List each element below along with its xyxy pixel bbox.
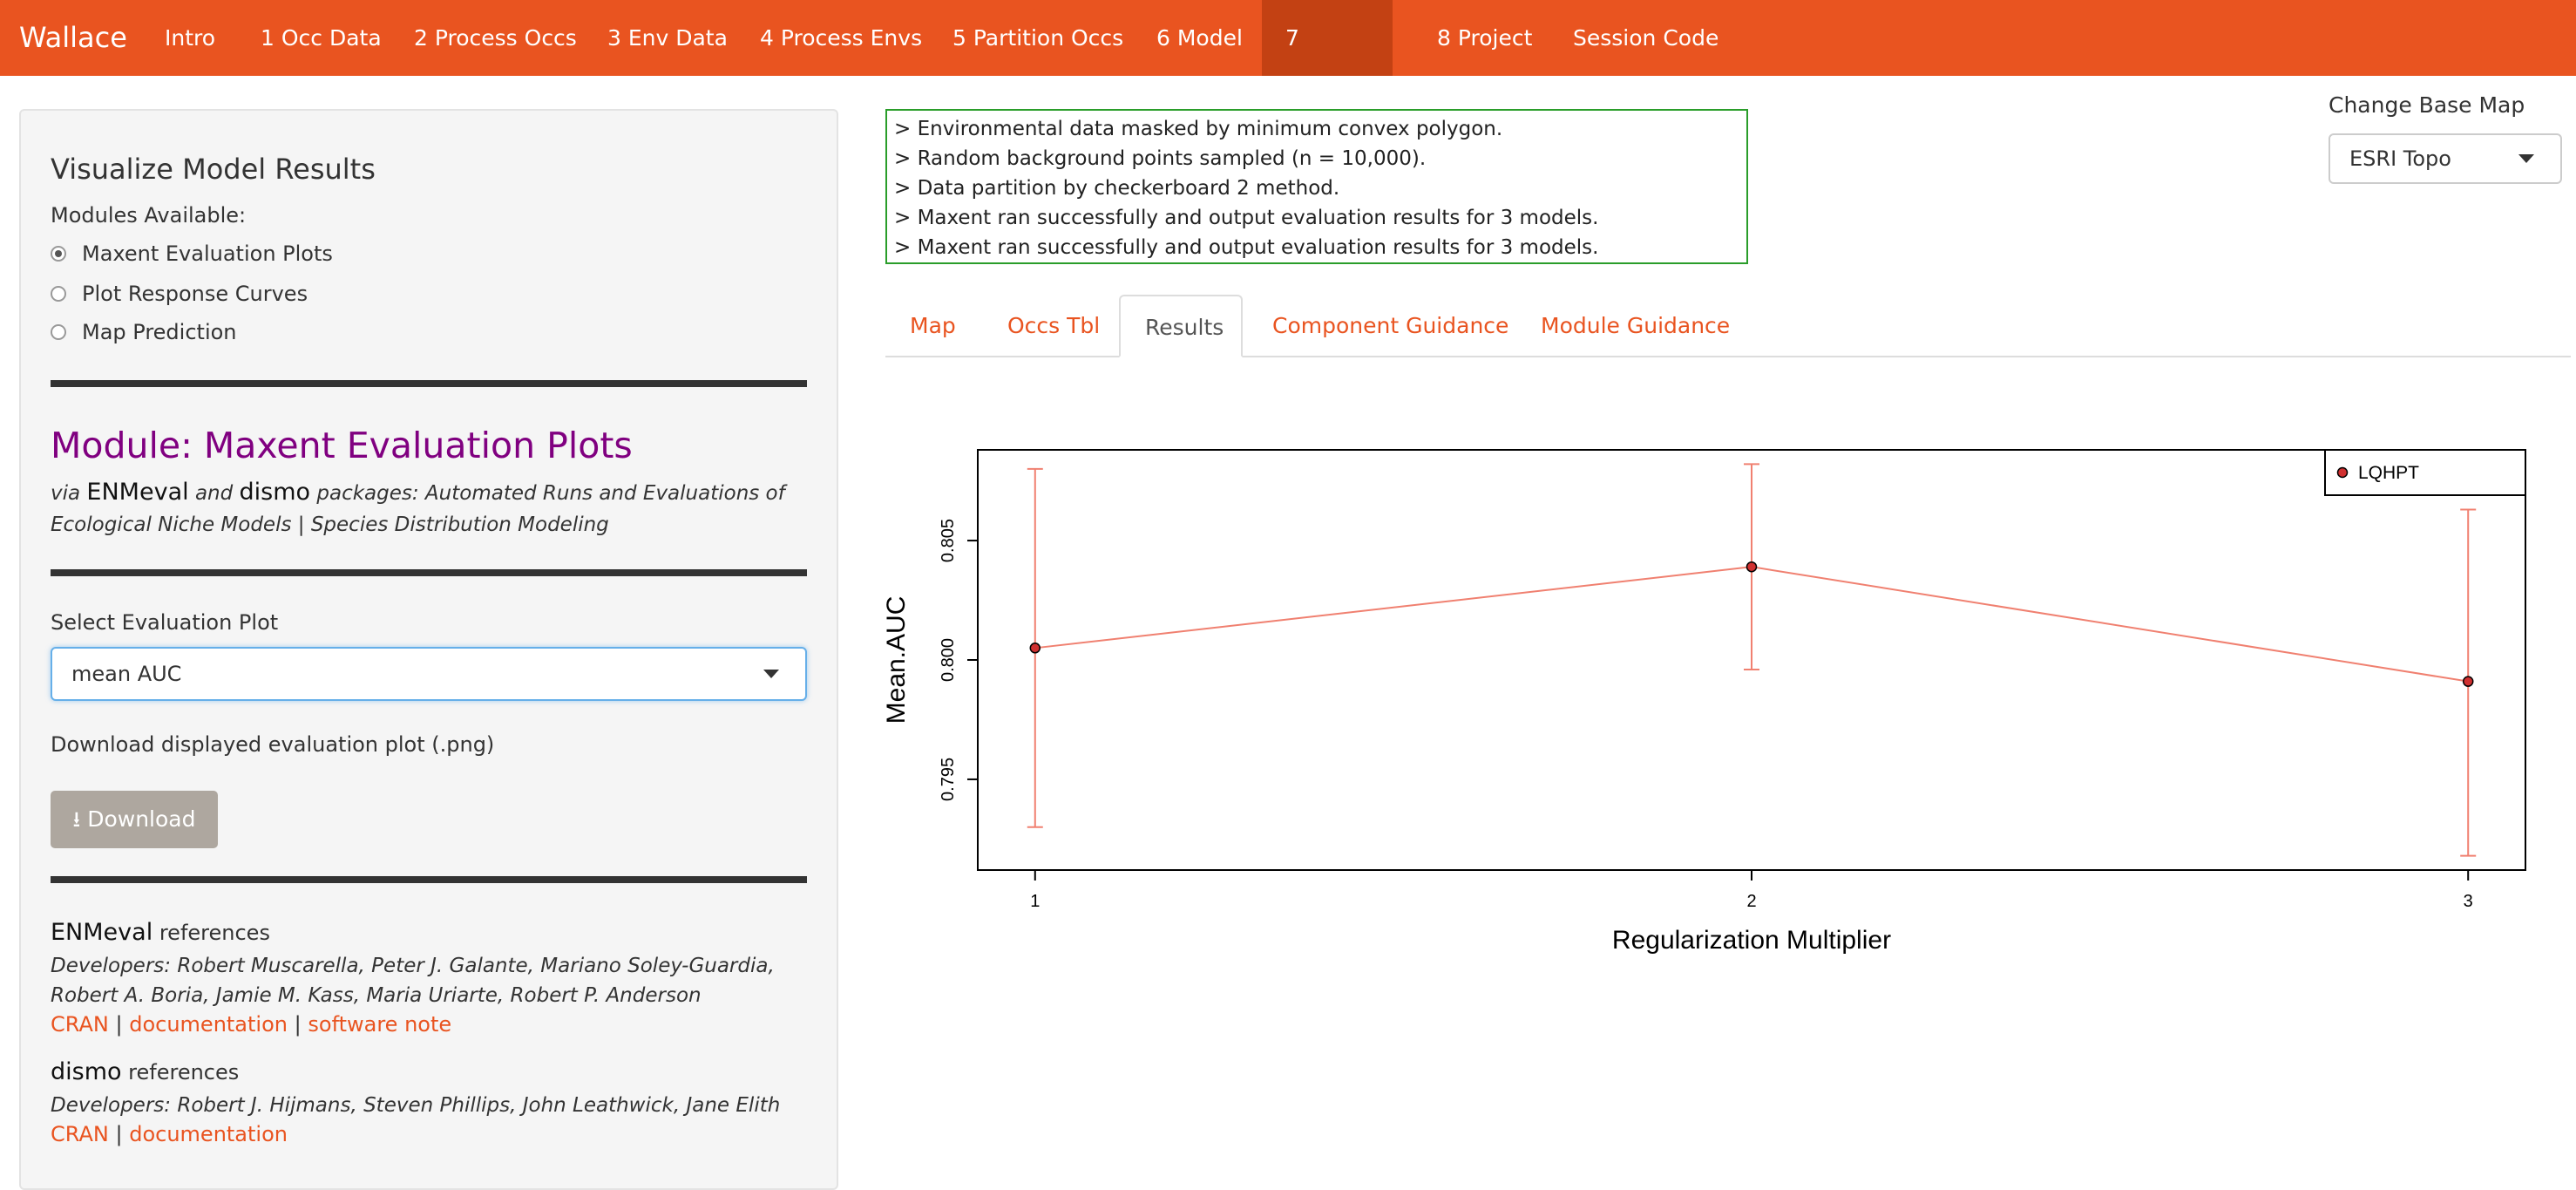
basemap-select-value: ESRI Topo <box>2349 146 2451 171</box>
nav-tab-model[interactable]: 6 Model <box>1133 0 1266 76</box>
dismo-links: CRAN | documentation <box>51 1122 288 1146</box>
ref-suffix: references <box>128 1060 240 1085</box>
module-option-map-prediction[interactable]: Map Prediction <box>51 320 237 344</box>
module-title: Module: Maxent Evaluation Plots <box>51 425 633 466</box>
nav-tab-intro[interactable]: Intro <box>141 0 239 76</box>
module-desc-pkg-dismo: dismo <box>239 479 311 506</box>
legend-label: LQHPT <box>2358 463 2419 483</box>
nav-tab-env-data[interactable]: 3 Env Data <box>584 0 751 76</box>
module-option-label: Maxent Evaluation Plots <box>82 241 333 266</box>
module-option-label: Plot Response Curves <box>82 282 308 306</box>
modules-label: Modules Available: <box>51 203 247 228</box>
module-desc-and: and <box>194 482 234 505</box>
ref-pkg-name: ENMeval <box>51 919 153 946</box>
dismo-references-heading: dismo references <box>51 1058 239 1085</box>
link-cran[interactable]: CRAN <box>51 1012 109 1037</box>
x-tick-label: 2 <box>1746 892 1756 911</box>
navbar: Wallace Intro 1 Occ Data 2 Process Occs … <box>0 0 2576 126</box>
link-cran[interactable]: CRAN <box>51 1122 109 1146</box>
download-button-label: Download <box>87 806 196 832</box>
log-line: > Random background points sampled (n = … <box>894 147 1427 170</box>
tab-map[interactable]: Map <box>885 295 980 357</box>
nav-tab-project[interactable]: 8 Project <box>1413 0 1556 76</box>
x-tick-label: 1 <box>1030 892 1040 911</box>
tab-results[interactable]: Results <box>1119 295 1243 357</box>
download-plot-label: Download displayed evaluation plot (.png… <box>51 732 495 757</box>
enmeval-developers: Developers: Robert Muscarella, Peter J. … <box>51 955 775 1007</box>
radio-unchecked-icon[interactable] <box>51 324 66 340</box>
y-tick-label: 0.795 <box>939 758 958 801</box>
eval-plot-select[interactable]: mean AUC <box>51 647 807 701</box>
tab-module-guidance[interactable]: Module Guidance <box>1516 295 1754 357</box>
select-eval-plot-label: Select Evaluation Plot <box>51 610 279 635</box>
brand-logo[interactable]: Wallace <box>19 0 127 76</box>
data-point <box>1029 643 1041 654</box>
radio-unchecked-icon[interactable] <box>51 286 66 302</box>
ref-suffix: references <box>159 921 270 945</box>
nav-tab-process-envs[interactable]: 4 Process Envs <box>736 0 946 76</box>
legend-marker <box>2336 466 2349 479</box>
sidebar-panel: Visualize Model Results Modules Availabl… <box>19 109 838 1190</box>
ref-pkg-name: dismo <box>51 1058 122 1085</box>
log-window[interactable]: > Environmental data masked by minimum c… <box>885 109 1748 264</box>
enmeval-references-heading: ENMeval references <box>51 919 270 946</box>
link-documentation[interactable]: documentation <box>129 1012 288 1037</box>
dismo-developers: Developers: Robert J. Hijmans, Steven Ph… <box>51 1094 781 1117</box>
nav-tab-occ-data[interactable]: 1 Occ Data <box>237 0 405 76</box>
sidebar-title: Visualize Model Results <box>51 153 376 186</box>
tab-occs-tbl[interactable]: Occs Tbl <box>983 295 1124 357</box>
y-tick-label: 0.805 <box>939 519 958 562</box>
divider <box>51 380 807 387</box>
chevron-down-icon <box>763 670 779 678</box>
legend-box <box>2324 449 2526 496</box>
radio-checked-icon[interactable] <box>51 246 66 262</box>
download-button[interactable]: ⭳ Download <box>51 791 218 848</box>
data-point <box>1746 561 1758 573</box>
x-tick-label: 3 <box>2464 892 2473 911</box>
module-desc-pkg-enmeval: ENMeval <box>86 479 189 506</box>
link-documentation[interactable]: documentation <box>129 1122 288 1146</box>
basemap-label: Change Base Map <box>2329 92 2525 118</box>
nav-tab-session-code[interactable]: Session Code <box>1549 0 1742 76</box>
log-line: > Data partition by checkerboard 2 metho… <box>894 177 1340 200</box>
nav-tab-partition-occs[interactable]: 5 Partition Occs <box>929 0 1147 76</box>
y-tick-label: 0.800 <box>939 638 958 682</box>
module-option-response-curves[interactable]: Plot Response Curves <box>51 282 308 306</box>
y-axis-label: Mean.AUC <box>882 596 911 724</box>
module-option-label: Map Prediction <box>82 320 237 344</box>
download-icon: ⭳ <box>72 806 81 832</box>
data-point <box>2462 676 2474 687</box>
nav-tab-visualize[interactable]: 7 Visualize <box>1262 0 1393 126</box>
x-axis-label: Regularization Multiplier <box>1612 926 1891 955</box>
log-line: > Maxent ran successfully and output eva… <box>894 236 1599 259</box>
log-line: > Environmental data masked by minimum c… <box>894 118 1503 140</box>
log-line: > Maxent ran successfully and output eva… <box>894 207 1599 229</box>
link-software-note[interactable]: software note <box>308 1012 451 1037</box>
nav-tab-process-occs[interactable]: 2 Process Occs <box>390 0 600 76</box>
basemap-select[interactable]: ESRI Topo <box>2329 133 2562 184</box>
module-description: via ENMeval and dismo packages: Automate… <box>51 477 800 541</box>
evaluation-chart: 1 2 3 0.795 0.800 0.805 Regularization Multipl… <box>882 449 2526 955</box>
enmeval-links: CRAN | documentation | software note <box>51 1012 452 1037</box>
eval-plot-select-value: mean AUC <box>71 662 182 686</box>
tab-component-guidance[interactable]: Component Guidance <box>1248 295 1533 357</box>
module-option-maxent-eval[interactable]: Maxent Evaluation Plots <box>51 241 333 266</box>
divider <box>51 569 807 576</box>
module-desc-via: via <box>51 482 81 505</box>
chevron-down-icon <box>2518 154 2534 163</box>
divider <box>51 876 807 883</box>
